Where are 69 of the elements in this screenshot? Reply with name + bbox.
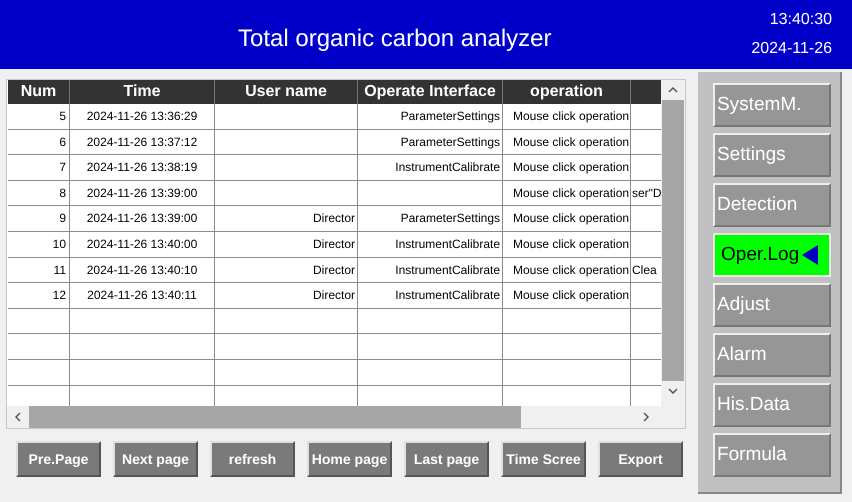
page-button[interactable]: Time Scree	[501, 441, 586, 477]
menu-item[interactable]: Alarm	[713, 333, 831, 377]
table-cell: ParameterSettings	[400, 211, 500, 226]
scrollbar-thumb[interactable]	[662, 100, 684, 381]
table-cell: Mouse click operation	[513, 262, 630, 277]
column-header: Time	[70, 80, 215, 104]
clock-time: 13:40:30	[770, 10, 832, 30]
table-cell: ser"D	[632, 186, 661, 200]
table-cell: 11	[54, 262, 66, 277]
page-button[interactable]: refresh	[210, 441, 295, 477]
window-title: Total organic carbon analyzer	[238, 24, 552, 54]
scroll-down-icon[interactable]	[668, 388, 678, 394]
menu-item[interactable]: Adjust	[713, 283, 831, 327]
page-button[interactable]: Home page	[307, 441, 392, 477]
clock-date: 2024-11-26	[751, 39, 832, 59]
table-cell: 6	[59, 134, 66, 149]
table-cell: InstrumentCalibrate	[395, 288, 500, 302]
menu-item[interactable]: Detection	[713, 183, 831, 227]
table-cell: Mouse click operation	[513, 186, 630, 200]
horizontal-scrollbar[interactable]	[7, 406, 685, 428]
table-cell: Director	[312, 288, 355, 302]
table-cell: 5	[59, 109, 66, 123]
table-cell: Director	[312, 236, 355, 251]
menu-item[interactable]: Formula	[713, 433, 831, 477]
table-cell: 7	[59, 160, 66, 174]
table-cell: InstrumentCalibrate	[395, 236, 500, 251]
table-cell: Director	[312, 211, 355, 226]
table-cell: 2024-11-26 13:40:00	[86, 236, 198, 251]
table-cell: Mouse click operation	[513, 134, 630, 149]
column-header: operation	[503, 80, 631, 104]
table-cell: InstrumentCalibrate	[395, 262, 500, 277]
table-cell: 2024-11-26 13:37:12	[86, 134, 198, 149]
table-cell: 2024-11-26 13:39:00	[86, 186, 198, 200]
table-cell: 9	[59, 211, 66, 226]
pointer-icon	[802, 245, 818, 265]
page-button[interactable]: Last page	[404, 441, 489, 477]
vertical-scrollbar[interactable]	[661, 80, 685, 406]
scroll-left-icon[interactable]	[15, 412, 21, 422]
menu-item[interactable]: Settings	[713, 133, 831, 177]
table-cell: ParameterSettings	[400, 109, 500, 123]
page-button[interactable]: Pre.Page	[16, 441, 101, 477]
scroll-right-icon[interactable]	[643, 412, 649, 422]
scrollbar-thumb[interactable]	[29, 406, 521, 428]
table-cell: 2024-11-26 13:40:11	[87, 288, 197, 302]
scroll-up-icon[interactable]	[668, 87, 678, 93]
table-cell: Mouse click operation	[513, 160, 630, 174]
table-cell: Clea	[632, 262, 657, 277]
table-cell: InstrumentCalibrate	[395, 160, 500, 174]
table-cell: Director	[312, 262, 355, 277]
column-header: Operate Interface	[358, 80, 503, 104]
table-cell: 10	[52, 236, 66, 251]
table-cell: 2024-11-26 13:40:10	[86, 262, 198, 277]
table-cell: 8	[59, 186, 66, 200]
table-cell: 2024-11-26 13:36:29	[86, 109, 198, 123]
table-cell: 2024-11-26 13:38:19	[86, 160, 198, 174]
menu-item[interactable]: SystemM.	[713, 83, 831, 127]
menu-item[interactable]: His.Data	[713, 383, 831, 427]
page-button[interactable]: Export	[598, 441, 683, 477]
table-cell: ParameterSettings	[400, 134, 500, 149]
page-button[interactable]: Next page	[113, 441, 198, 477]
column-header: User name	[215, 80, 358, 104]
table-cell: Mouse click operation	[513, 109, 630, 123]
column-header: Num	[8, 80, 70, 104]
table-cell: Mouse click operation	[513, 236, 630, 251]
table-cell: 2024-11-26 13:39:00	[86, 211, 198, 226]
table-cell: 12	[52, 288, 66, 302]
table-cell: Mouse click operation	[513, 288, 630, 302]
table-cell: Mouse click operation	[513, 211, 630, 226]
menu-item[interactable]: Oper.Log	[713, 233, 831, 277]
